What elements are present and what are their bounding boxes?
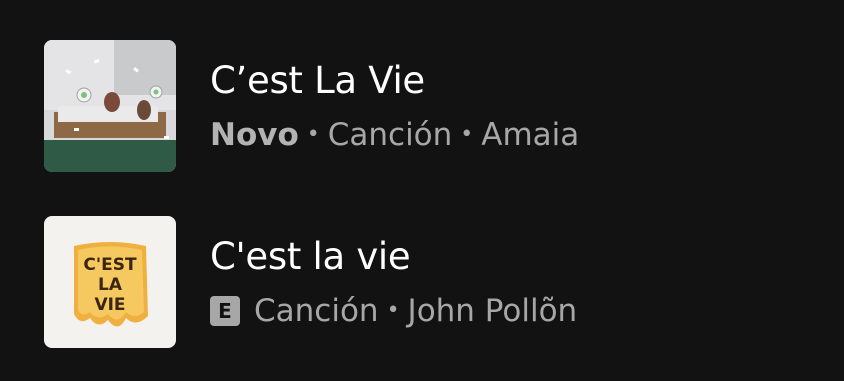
explicit-icon: E <box>210 296 240 326</box>
result-meta: C'est la vie E Canción • John Pollõn <box>210 235 577 329</box>
result-title: C'est la vie <box>210 235 411 278</box>
result-row-cest-la-vie-john-pollon[interactable]: C'EST LA VIE C'est la vie E Canción • Jo… <box>44 216 824 348</box>
album-art <box>44 40 176 172</box>
result-title: C’est La Vie <box>210 59 425 102</box>
result-row-cest-la-vie-amaia[interactable]: C’est La Vie Novo • Canción • Amaia <box>44 40 824 172</box>
separator-dot: • <box>460 122 474 147</box>
result-type: Canción <box>327 117 453 153</box>
album-art-cest-la-vie-lettering: C'EST LA VIE <box>44 216 176 348</box>
art-text-line-1: C'EST <box>83 255 137 275</box>
album-art: C'EST LA VIE <box>44 216 176 348</box>
separator-dot: • <box>386 298 400 323</box>
art-text-line-3: VIE <box>94 295 125 315</box>
separator-dot: • <box>306 122 320 147</box>
album-art-bedroom-scene <box>44 40 176 172</box>
result-subtitle: Novo • Canción • Amaia <box>210 117 579 153</box>
result-type: Canción <box>254 293 379 329</box>
search-results-list: C’est La Vie Novo • Canción • Amaia C'ES… <box>0 0 844 381</box>
result-artist: Amaia <box>481 117 580 153</box>
result-artist: John Pollõn <box>407 293 578 329</box>
art-text-line-2: LA <box>98 275 123 295</box>
result-meta: C’est La Vie Novo • Canción • Amaia <box>210 59 579 153</box>
result-subtitle: E Canción • John Pollõn <box>210 293 577 329</box>
new-badge: Novo <box>210 117 299 153</box>
